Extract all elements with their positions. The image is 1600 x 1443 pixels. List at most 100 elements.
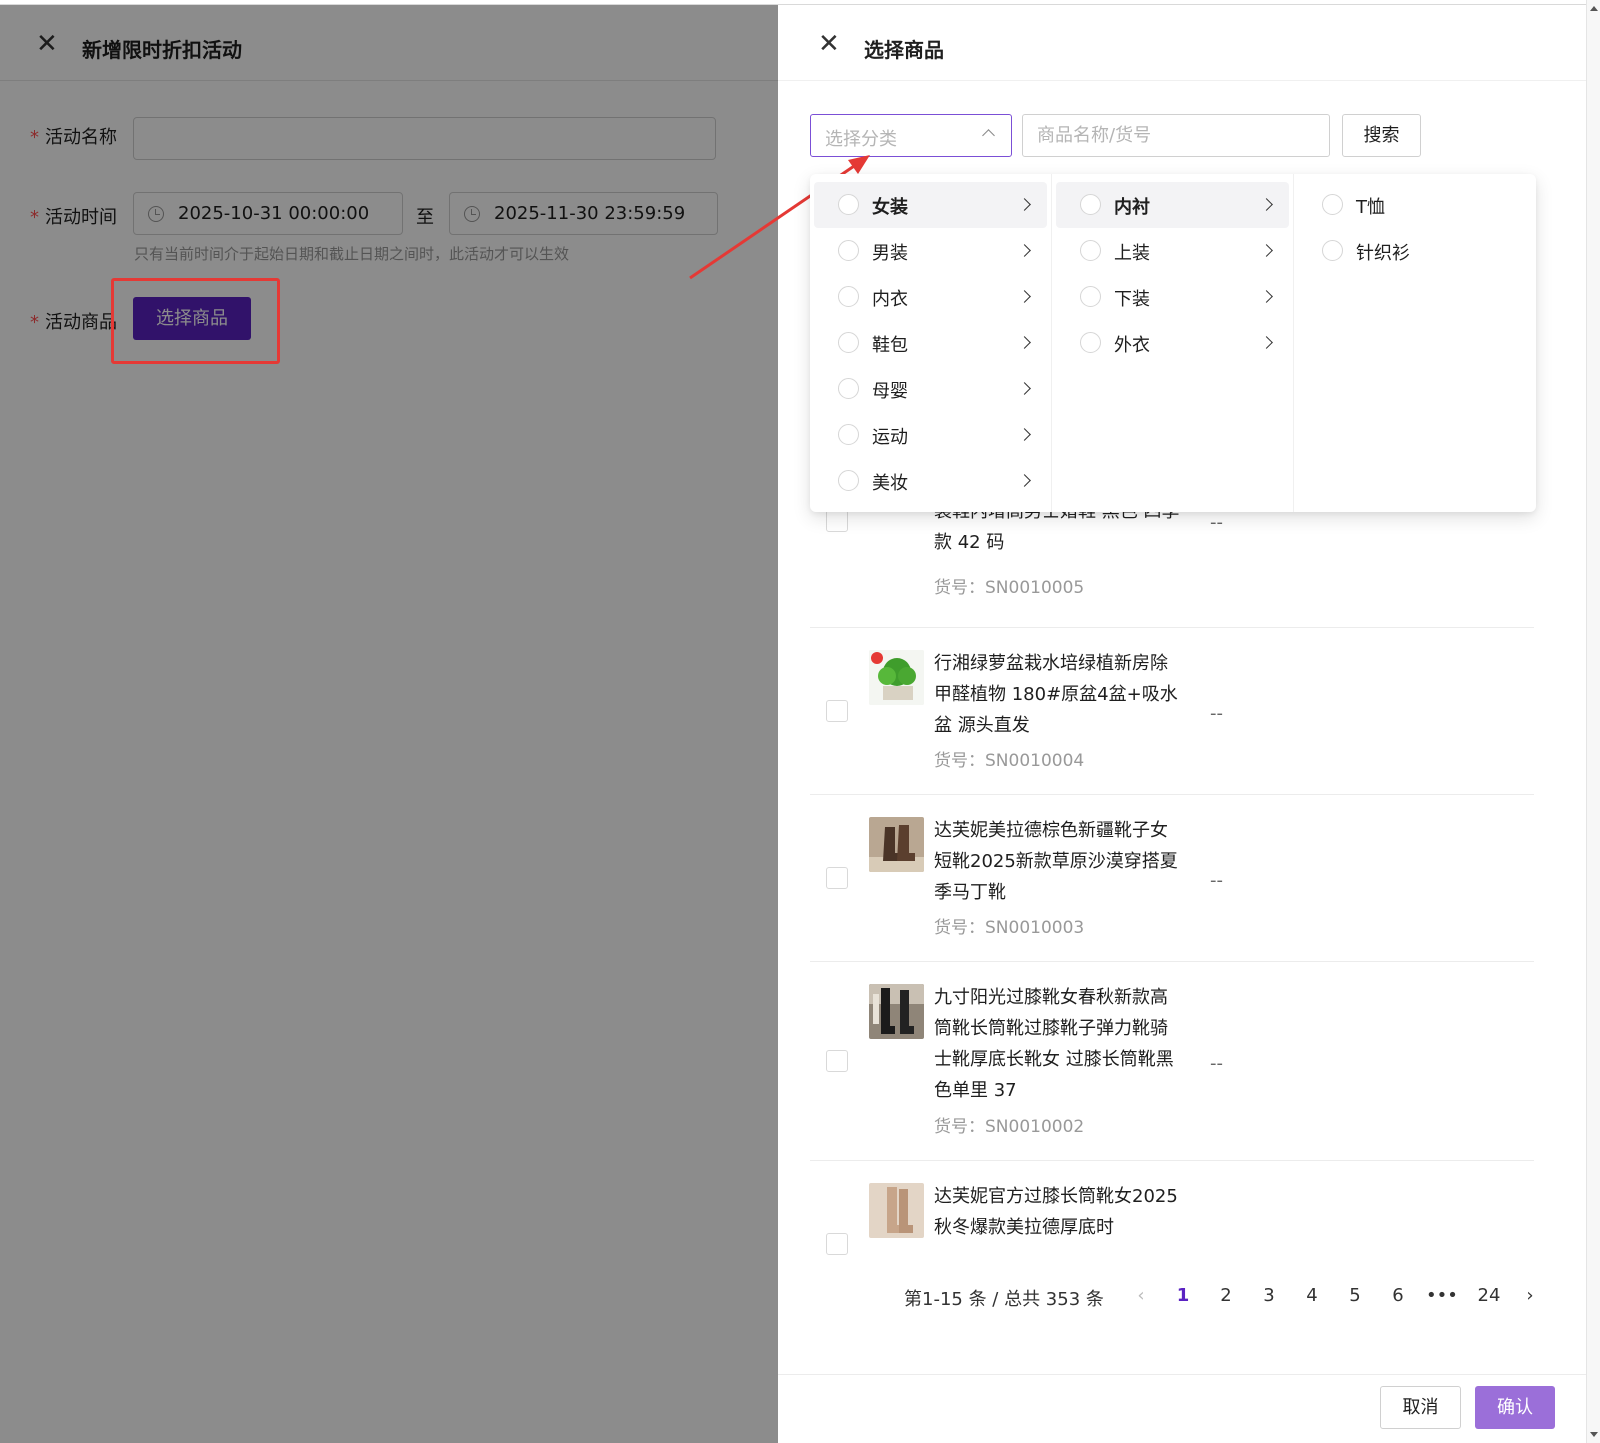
cancel-button[interactable]: 取消 — [1380, 1386, 1461, 1429]
radio-icon[interactable] — [838, 378, 859, 399]
chevron-right-icon — [1260, 336, 1273, 349]
window-top-border — [0, 0, 1600, 5]
drawer-footer: 取消 确认 — [778, 1374, 1586, 1443]
page-item[interactable]: 24 — [1471, 1285, 1507, 1306]
confirm-button[interactable]: 确认 — [1475, 1386, 1555, 1429]
cascader-option-label: 运动 — [872, 427, 908, 448]
cascader-option-label: 女装 — [872, 197, 908, 218]
radio-icon[interactable] — [1322, 240, 1343, 261]
radio-icon[interactable] — [838, 470, 859, 491]
search-input[interactable] — [1022, 114, 1330, 157]
highlight-box — [111, 278, 280, 364]
cascader-option-label: 鞋包 — [872, 335, 908, 356]
cascader-option[interactable]: 针织衫 — [1298, 228, 1532, 274]
cascader-option-label: 外衣 — [1114, 335, 1150, 356]
long-boots-image — [869, 1183, 924, 1238]
cascader-column-2: 内衬上装下装外衣 — [1052, 174, 1294, 512]
scroll-down-icon[interactable] — [1590, 1432, 1598, 1437]
chevron-right-icon — [1018, 198, 1031, 211]
pagination-summary: 第1-15 条 / 总共 353 条 — [904, 1289, 1104, 1310]
right-drawer: ✕ 选择商品 选择分类 搜索 女装男装内衣鞋包母婴运动美妆 内衬上装下装外衣 T… — [778, 0, 1586, 1443]
overlay-mask[interactable] — [0, 0, 778, 1443]
radio-icon[interactable] — [1080, 240, 1101, 261]
right-drawer-title: 选择商品 — [864, 38, 944, 62]
product-price: -- — [1210, 512, 1223, 533]
cascader-option-label: 针织衫 — [1356, 243, 1410, 264]
cascader-option[interactable]: T恤 — [1298, 182, 1532, 228]
chevron-right-icon — [1018, 474, 1031, 487]
cascader-option[interactable]: 内衣 — [814, 274, 1047, 320]
chevron-right-icon — [1260, 198, 1273, 211]
row-checkbox[interactable] — [826, 510, 848, 532]
radio-icon[interactable] — [838, 240, 859, 261]
cascader-option[interactable]: 外衣 — [1056, 320, 1289, 366]
page-scrollbar[interactable] — [1586, 0, 1600, 1443]
cascader-option-label: 美妆 — [872, 473, 908, 494]
radio-icon[interactable] — [1322, 194, 1343, 215]
cascader-option[interactable]: 上装 — [1056, 228, 1289, 274]
page-item[interactable]: 1 — [1168, 1285, 1198, 1306]
page-item[interactable]: 2 — [1211, 1285, 1241, 1306]
category-placeholder: 选择分类 — [825, 129, 897, 150]
product-sku: 货号：SN0010003 — [934, 918, 1085, 938]
product-row[interactable]: 装鞋内增高男士婚鞋 黑色 四季款 42 码 货号：SN0010005 -- — [810, 510, 1534, 628]
radio-icon[interactable] — [1080, 286, 1101, 307]
cascader-option[interactable]: 男装 — [814, 228, 1047, 274]
radio-icon[interactable] — [1080, 332, 1101, 353]
scroll-up-icon[interactable] — [1590, 6, 1598, 11]
search-button[interactable]: 搜索 — [1342, 114, 1421, 157]
cascader-option[interactable]: 美妆 — [814, 458, 1047, 504]
product-row[interactable]: 达芙妮美拉德棕色新疆靴子女短靴2025新款草原沙漠穿搭夏季马丁靴 货号：SN00… — [810, 795, 1534, 962]
cascader-option-label: 上装 — [1114, 243, 1150, 264]
chevron-right-icon — [1260, 290, 1273, 303]
row-checkbox[interactable] — [826, 700, 848, 722]
product-price: -- — [1210, 1053, 1223, 1074]
chevron-up-icon — [982, 129, 995, 142]
boots-image — [869, 817, 924, 872]
prev-page-icon[interactable]: ‹ — [1126, 1285, 1156, 1306]
page-item[interactable]: 6 — [1383, 1285, 1413, 1306]
product-row[interactable]: 行湘绿萝盆栽水培绿植新房除甲醛植物 180#原盆4盆+吸水盆 源头直发 货号：S… — [810, 628, 1534, 795]
cascader-option[interactable]: 运动 — [814, 412, 1047, 458]
close-icon[interactable]: ✕ — [818, 31, 840, 57]
product-name: 达芙妮官方过膝长筒靴女2025秋冬爆款美拉德厚底时 — [934, 1186, 1178, 1238]
product-row[interactable]: 达芙妮官方过膝长筒靴女2025秋冬爆款美拉德厚底时 — [810, 1161, 1534, 1255]
product-row[interactable]: 九寸阳光过膝靴女春秋新款高筒靴长筒靴过膝靴子弹力靴骑士靴厚底长靴女 过膝长筒靴黑… — [810, 962, 1534, 1161]
row-checkbox[interactable] — [826, 867, 848, 889]
cascader-option[interactable]: 内衬 — [1056, 182, 1289, 228]
next-page-icon[interactable]: › — [1515, 1285, 1545, 1306]
row-checkbox[interactable] — [826, 1050, 848, 1072]
radio-icon[interactable] — [838, 194, 859, 215]
product-sku: 货号：SN0010004 — [934, 751, 1085, 771]
category-select[interactable]: 选择分类 — [810, 114, 1012, 157]
cascader-option[interactable]: 鞋包 — [814, 320, 1047, 366]
chevron-right-icon — [1018, 244, 1031, 257]
product-thumbnail — [869, 984, 924, 1039]
product-name: 达芙妮美拉德棕色新疆靴子女短靴2025新款草原沙漠穿搭夏季马丁靴 — [934, 820, 1178, 903]
cascader-option-label: 内衬 — [1114, 197, 1150, 218]
chevron-right-icon — [1018, 290, 1031, 303]
chevron-right-icon — [1260, 244, 1273, 257]
pagination: 第1-15 条 / 总共 353 条 ‹ 1 2 3 4 5 6 ••• 24 … — [778, 1285, 1586, 1315]
page-item[interactable]: 3 — [1254, 1285, 1284, 1306]
product-thumbnail — [869, 817, 924, 872]
cascader-option[interactable]: 母婴 — [814, 366, 1047, 412]
product-name: 行湘绿萝盆栽水培绿植新房除甲醛植物 180#原盆4盆+吸水盆 源头直发 — [934, 653, 1178, 736]
radio-icon[interactable] — [838, 286, 859, 307]
cascader-column-1: 女装男装内衣鞋包母婴运动美妆 — [810, 174, 1052, 512]
product-name: 九寸阳光过膝靴女春秋新款高筒靴长筒靴过膝靴子弹力靴骑士靴厚底长靴女 过膝长筒靴黑… — [934, 987, 1174, 1101]
product-thumbnail — [869, 650, 924, 705]
product-sku: 货号：SN0010002 — [934, 1117, 1085, 1137]
cascader-option[interactable]: 下装 — [1056, 274, 1289, 320]
radio-icon[interactable] — [838, 424, 859, 445]
cascader-option-label: 内衣 — [872, 289, 908, 310]
radio-icon[interactable] — [1080, 194, 1101, 215]
plant-image — [869, 650, 924, 705]
row-checkbox[interactable] — [826, 1233, 848, 1255]
product-sku: 货号：SN0010005 — [934, 578, 1085, 598]
page-item[interactable]: 4 — [1297, 1285, 1327, 1306]
cascader-option[interactable]: 女装 — [814, 182, 1047, 228]
page-jump-ellipsis[interactable]: ••• — [1426, 1285, 1458, 1306]
radio-icon[interactable] — [838, 332, 859, 353]
page-item[interactable]: 5 — [1340, 1285, 1370, 1306]
